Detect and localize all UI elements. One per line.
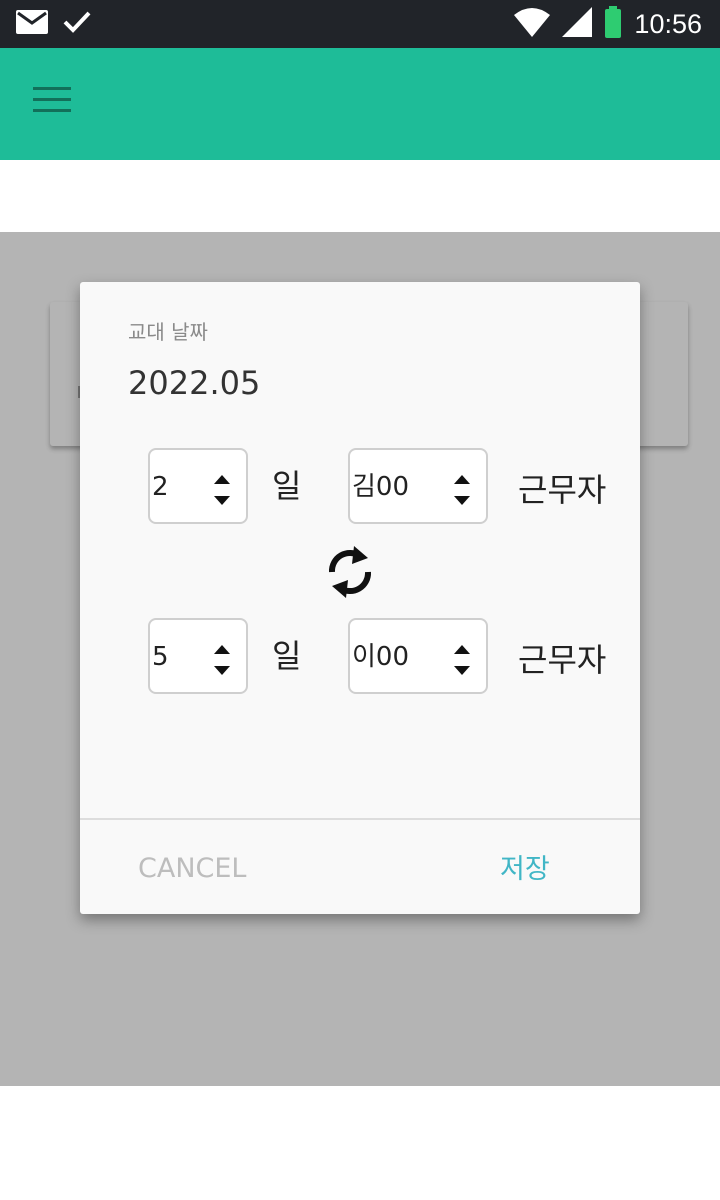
- save-button[interactable]: 저장: [490, 844, 560, 894]
- dialog-date: 2022.05: [128, 364, 261, 402]
- shift-swap-dialog: 교대 날짜 2022.05 2 일 김00 근무자 5 일 이00 근무자 CA…: [80, 282, 640, 914]
- day-unit-label-2: 일: [272, 637, 302, 675]
- worker-value-1: 김00: [352, 472, 410, 502]
- check-icon: [62, 9, 92, 39]
- menu-button[interactable]: [22, 78, 82, 126]
- mail-icon: [16, 9, 48, 39]
- stepper-arrows-icon[interactable]: [452, 642, 472, 678]
- day-stepper-1[interactable]: 2: [148, 448, 248, 524]
- stepper-arrows-icon[interactable]: [452, 472, 472, 508]
- day-value-2: 5: [152, 642, 169, 672]
- stepper-arrows-icon[interactable]: [212, 642, 232, 678]
- wifi-icon: [514, 7, 551, 41]
- worker-stepper-1[interactable]: 김00: [348, 448, 488, 524]
- day-unit-label-1: 일: [272, 467, 302, 505]
- worker-unit-label-2: 근무자: [518, 641, 607, 679]
- dialog-caption: 교대 날짜: [128, 320, 208, 344]
- signal-icon: [562, 7, 593, 41]
- day-value-1: 2: [152, 472, 169, 502]
- app-bar: [0, 48, 720, 160]
- menu-icon: [33, 86, 71, 118]
- worker-unit-label-1: 근무자: [518, 471, 607, 509]
- worker-value-2: 이00: [352, 642, 410, 672]
- system-status: 10:56: [514, 5, 702, 43]
- status-bar: 10:56: [0, 0, 720, 48]
- status-time: 10:56: [634, 9, 702, 39]
- worker-stepper-2[interactable]: 이00: [348, 618, 488, 694]
- cancel-button[interactable]: CANCEL: [128, 844, 256, 894]
- swap-icon[interactable]: [324, 542, 376, 602]
- notification-icons: [16, 9, 92, 39]
- dialog-divider: [80, 818, 640, 820]
- stepper-arrows-icon[interactable]: [212, 472, 232, 508]
- day-stepper-2[interactable]: 5: [148, 618, 248, 694]
- battery-icon: [604, 6, 622, 42]
